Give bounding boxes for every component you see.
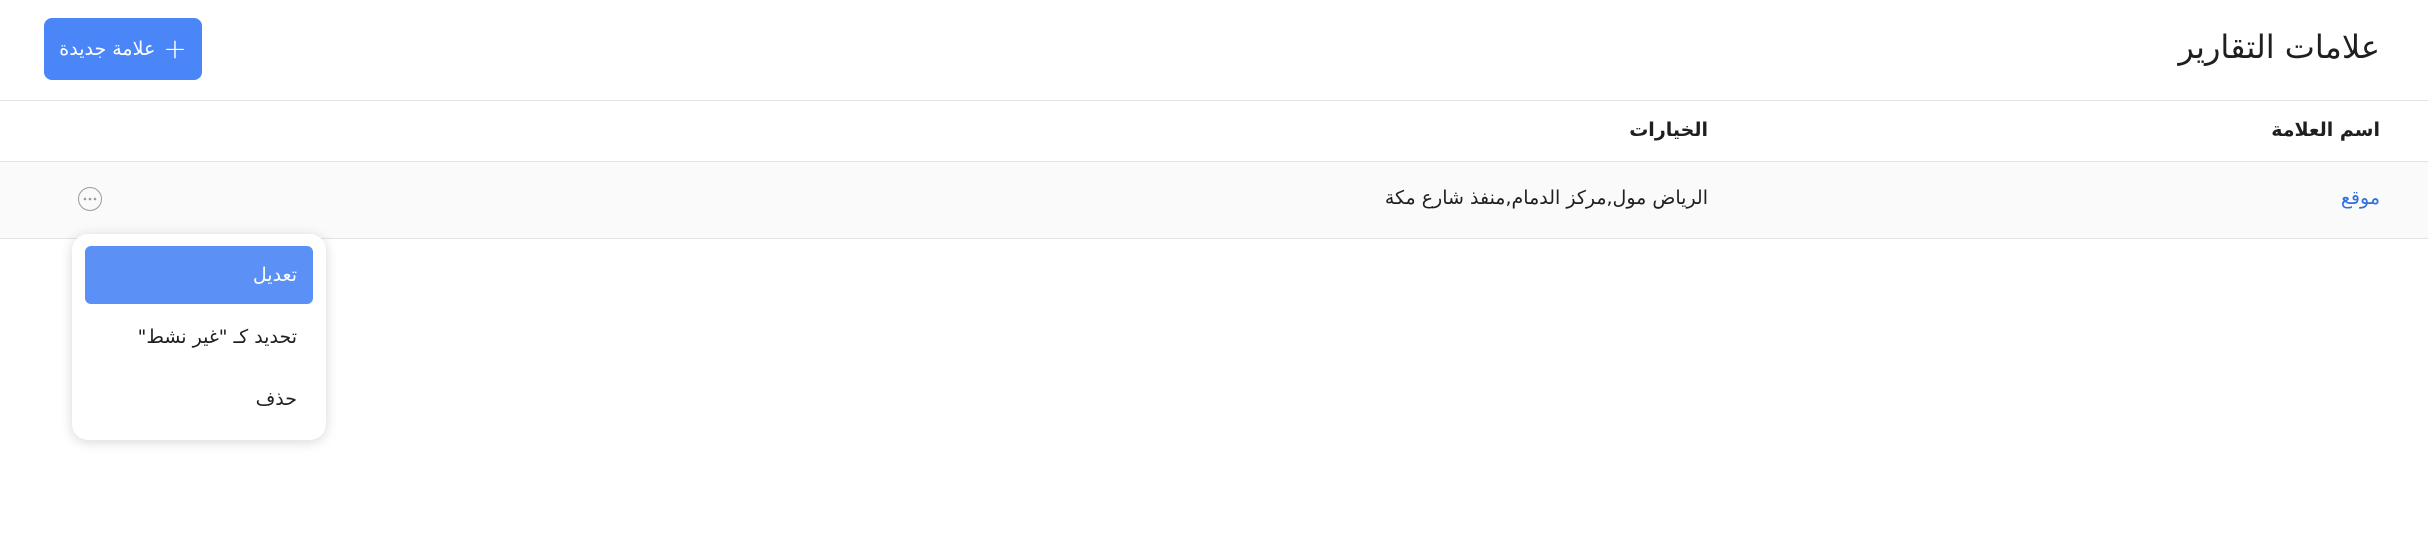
page-header: علامات التقارير + علامة جديدة <box>0 0 2428 101</box>
table-header: اسم العلامة الخيارات <box>0 101 2428 162</box>
menu-item-delete[interactable]: حذف <box>85 370 313 428</box>
menu-item-mark-inactive[interactable]: تحديد كـ "غير نشط" <box>85 308 313 366</box>
row-actions-menu: تعديل تحديد كـ "غير نشط" حذف <box>72 234 326 440</box>
new-tag-button[interactable]: + علامة جديدة <box>44 18 202 80</box>
plus-icon: + <box>163 32 187 65</box>
tag-options-cell: الرياض مول,مركز الدمام,منفذ شارع مكة <box>1384 187 1708 209</box>
tag-name-link[interactable]: موقع <box>2341 187 2380 209</box>
menu-item-edit[interactable]: تعديل <box>85 246 313 304</box>
more-horizontal-icon[interactable] <box>78 187 102 211</box>
new-tag-button-label: علامة جديدة <box>59 38 156 60</box>
column-header-name: اسم العلامة <box>2271 119 2380 141</box>
column-header-options: الخيارات <box>1629 119 1708 141</box>
page-title: علامات التقارير <box>2178 28 2380 66</box>
table-row: موقع الرياض مول,مركز الدمام,منفذ شارع مك… <box>0 162 2428 239</box>
page: علامات التقارير + علامة جديدة اسم العلام… <box>0 0 2428 552</box>
